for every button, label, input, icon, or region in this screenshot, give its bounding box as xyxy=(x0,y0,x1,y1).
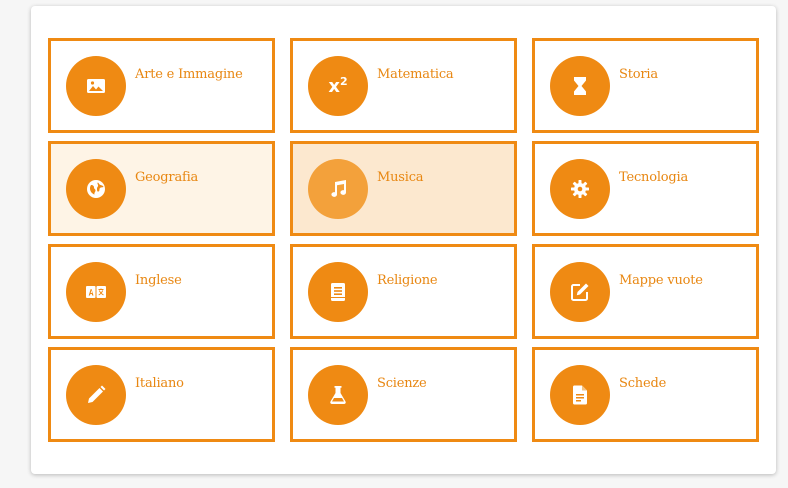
subject-tile-storia[interactable]: Storia xyxy=(532,38,759,133)
subject-label: Arte e Immagine xyxy=(135,67,243,82)
image-icon xyxy=(66,56,126,116)
edit-icon xyxy=(550,262,610,322)
gear-icon xyxy=(550,159,610,219)
subject-tile-schede[interactable]: Schede xyxy=(532,347,759,442)
subject-label: Inglese xyxy=(135,273,182,288)
subject-label: Musica xyxy=(377,170,424,185)
subject-label: Matematica xyxy=(377,67,454,82)
subject-tile-scienze[interactable]: Scienze xyxy=(290,347,517,442)
subject-label: Scienze xyxy=(377,376,427,391)
subject-tile-religione[interactable]: Religione xyxy=(290,244,517,339)
hourglass-icon xyxy=(550,56,610,116)
subject-tile-geografia[interactable]: Geografia xyxy=(48,141,275,236)
subject-tile-matematica[interactable]: x2 Matematica xyxy=(290,38,517,133)
subject-label: Religione xyxy=(377,273,438,288)
subject-tile-tecnologia[interactable]: Tecnologia xyxy=(532,141,759,236)
x-squared-icon: x2 xyxy=(308,56,368,116)
translate-icon xyxy=(66,262,126,322)
subject-tile-arte[interactable]: Arte e Immagine xyxy=(48,38,275,133)
subject-tile-inglese[interactable]: Inglese xyxy=(48,244,275,339)
subjects-card: Arte e Immagine x2 Matematica Storia Geo… xyxy=(31,6,776,474)
pencil-icon xyxy=(66,365,126,425)
book-icon xyxy=(308,262,368,322)
subjects-grid: Arte e Immagine x2 Matematica Storia Geo… xyxy=(48,38,759,442)
subject-label: Geografia xyxy=(135,170,199,185)
subject-tile-mappe-vuote[interactable]: Mappe vuote xyxy=(532,244,759,339)
document-icon xyxy=(550,365,610,425)
subject-tile-italiano[interactable]: Italiano xyxy=(48,347,275,442)
subject-label: Italiano xyxy=(135,376,184,391)
flask-icon xyxy=(308,365,368,425)
subject-tile-musica[interactable]: Musica xyxy=(290,141,517,236)
subject-label: Schede xyxy=(619,376,667,391)
subject-label: Storia xyxy=(619,67,658,82)
subject-label: Mappe vuote xyxy=(619,273,703,288)
subject-label: Tecnologia xyxy=(619,170,689,185)
music-note-icon xyxy=(308,159,368,219)
globe-icon xyxy=(66,159,126,219)
